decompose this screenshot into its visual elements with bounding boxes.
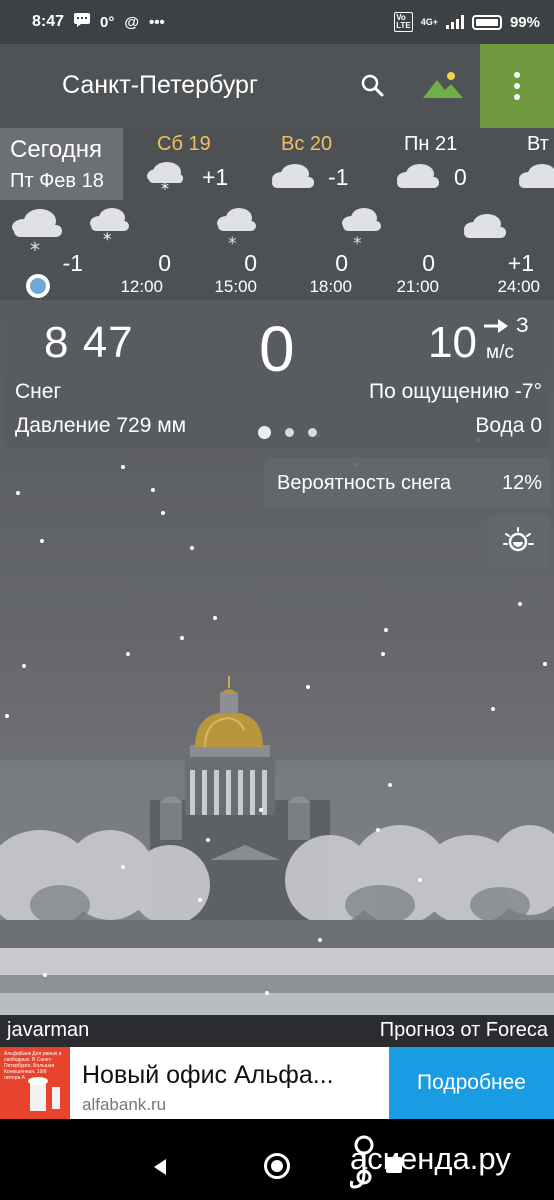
hour-item: * 0 18:00 [290, 200, 381, 300]
day-temp: -1 [328, 164, 349, 190]
hour-item: * -1 [8, 200, 98, 300]
search-icon [361, 74, 384, 97]
photo-author[interactable]: javarman [7, 1019, 89, 1042]
search-button[interactable] [355, 68, 391, 104]
hour-time: 15:00 [214, 277, 257, 296]
cloud-icon [462, 212, 508, 247]
forecast-provider[interactable]: Прогноз от Foreca [380, 1019, 548, 1042]
city-title[interactable]: Санкт-Петербург [62, 71, 258, 100]
snow-probability-card[interactable]: Вероятность снега 12% [264, 458, 550, 508]
photo-credits-bar: javarman Прогноз от Foreca [0, 1015, 554, 1047]
signal-icon [445, 15, 464, 29]
wind-direction-icon [484, 319, 508, 333]
volte-icon: Vo LTE [394, 12, 413, 32]
snow-probability-value: 12% [501, 472, 542, 494]
ad-thumbnail[interactable]: АльфаБанк Для умных и свободных. В Санкт… [0, 1047, 70, 1119]
more-menu-button[interactable] [480, 44, 554, 128]
svg-text:*: * [103, 230, 112, 245]
watermark-text: асиенда.ру [350, 1141, 511, 1176]
day-temp: 0 [454, 164, 467, 190]
pressure: Давление 729 мм [15, 414, 187, 437]
hour-time: 12:00 [120, 277, 163, 296]
day-name: Вт [527, 133, 549, 155]
page-dot-active [258, 426, 271, 439]
hour-time: 18:00 [309, 277, 352, 296]
day-tab-sat[interactable]: Сб 19 * +1 [145, 128, 255, 200]
system-navigation-bar: асиенда.ру [0, 1119, 554, 1200]
svg-text:*: * [228, 234, 237, 249]
day-name: Сб 19 [157, 133, 211, 155]
temp-indicator: 0° [100, 13, 115, 31]
day-tab-today[interactable]: Сегодня Пт Фев 18 [0, 128, 123, 200]
notification-icons: 0° @ ••• [74, 13, 165, 31]
hour-item: * 0 15:00 [197, 200, 287, 300]
more-vertical-icon [514, 72, 520, 78]
landscape-icon [423, 72, 463, 98]
hour-item: * 0 12:00 [90, 200, 193, 300]
wind-unit: м/с [486, 342, 514, 363]
daily-forecast-row: Сегодня Пт Фев 18 Сб 19 * +1 Вс 20 -1 Пн… [0, 128, 554, 200]
ad-cta-button[interactable]: Подробнее [389, 1047, 554, 1119]
more-icon: ••• [149, 13, 165, 31]
current-time-marker [26, 274, 50, 298]
snow-cloud-icon: * [88, 205, 132, 250]
day-tab-mon[interactable]: Пн 21 0 [395, 128, 505, 200]
svg-text:*: * [353, 234, 362, 249]
cloud-icon [270, 162, 316, 197]
snow-cloud-icon: * [340, 205, 384, 254]
wind-direction: З [516, 314, 529, 337]
status-bar: 8:47 0° @ ••• Vo LTE 4G+ 99% [0, 0, 554, 44]
today-date: Пт Фев 18 [10, 170, 104, 192]
app-bar: Санкт-Петербург [0, 44, 554, 128]
current-conditions-panel[interactable]: 8 47 0 10 З м/с Снег По ощущению -7° Дав… [4, 306, 550, 448]
network-type: 4G+ [420, 17, 438, 27]
hour-item: +1 24:00 [464, 200, 554, 300]
day-temp: +1 [202, 164, 229, 190]
hour-temp: 0 [158, 250, 171, 276]
current-temperature: 0 [259, 313, 295, 385]
back-icon[interactable] [150, 1157, 170, 1177]
day-tab-sun[interactable]: Вс 20 -1 [270, 128, 380, 200]
day-tab-tue[interactable]: Вт [515, 128, 554, 200]
hour-temp: 0 [422, 250, 435, 276]
ad-banner[interactable]: АльфаБанк Для умных и свободных. В Санкт… [0, 1047, 554, 1119]
page-indicator[interactable] [258, 426, 317, 439]
home-icon[interactable] [264, 1153, 290, 1179]
at-icon: @ [124, 13, 140, 31]
cloud-icon [517, 162, 554, 197]
hour-temp: +1 [507, 250, 534, 276]
battery-level: 99% [509, 13, 540, 31]
hour-temp: -1 [62, 250, 83, 276]
cloud-icon [395, 162, 441, 197]
hour-time: 21:00 [396, 277, 439, 296]
wind-speed: 10 [428, 318, 477, 367]
battery-icon [471, 14, 502, 30]
sun-moon-icon [502, 526, 534, 551]
hourly-forecast[interactable]: * -1 * 0 12:00 * 0 15:00 * 0 18:00 0 21:… [0, 200, 554, 300]
ad-title[interactable]: Новый офис Альфа... [82, 1061, 334, 1090]
hour-time: 24:00 [497, 277, 540, 296]
water-temperature: Вода 0 [475, 414, 542, 437]
hour-temp: 0 [244, 250, 257, 276]
page-dot [285, 428, 294, 437]
message-icon [74, 13, 91, 31]
snow-cloud-icon: * [215, 205, 259, 254]
sun-info-button[interactable] [487, 514, 550, 567]
background-picker-button[interactable] [421, 68, 465, 104]
svg-text:*: * [161, 179, 169, 194]
feels-like: По ощущению -7° [368, 380, 542, 403]
page-dot [308, 428, 317, 437]
status-time: 8:47 [32, 13, 65, 30]
snow-cloud-icon: * [145, 158, 187, 199]
observation-time: 8 47 [44, 318, 134, 367]
ad-domain: alfabank.ru [82, 1095, 167, 1114]
day-name: Пн 21 [404, 133, 458, 155]
today-label: Сегодня [10, 136, 102, 163]
weather-condition: Снег [15, 380, 62, 403]
hour-temp: 0 [335, 250, 348, 276]
day-name: Вс 20 [281, 133, 333, 155]
snow-probability-label: Вероятность снега [277, 472, 452, 494]
